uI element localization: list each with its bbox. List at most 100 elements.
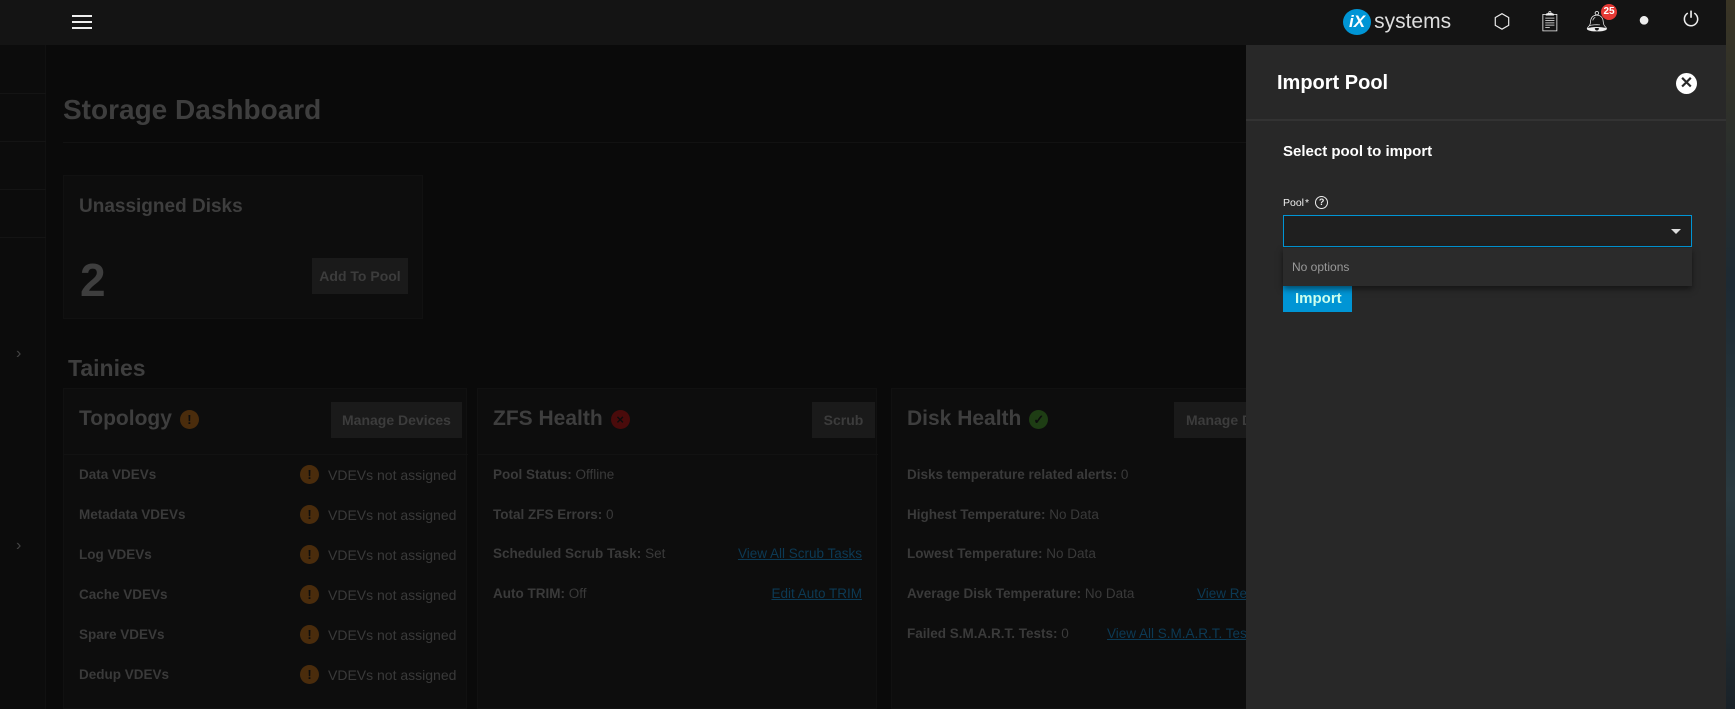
form-subtitle: Select pool to import [1283,143,1433,160]
row-label: Lowest Temperature: [907,546,1043,561]
vdev-label: Data VDEVs [79,467,157,482]
required-mark: * [1305,196,1310,209]
divider [64,454,468,455]
row-value: Offline [575,467,615,482]
card-header: Topology ! [79,407,199,431]
warning-icon: ! [179,409,199,429]
divider [0,237,46,238]
vdev-label: Log VDEVs [79,547,152,562]
label-text: Pool [1283,196,1305,209]
page-title: Storage Dashboard [63,94,322,125]
vdev-status: VDEVs not assigned [328,547,457,563]
row-label: Auto TRIM: [493,586,565,601]
notification-badge: 25 [1601,4,1617,20]
vdev-status: VDEVs not assigned [328,467,457,483]
scrub-button[interactable]: Scrub [812,402,875,438]
info-row: Scheduled Scrub Task: Set [493,546,665,561]
card-header: ZFS Health × [493,407,630,431]
chevron-right-icon[interactable]: › [16,345,21,363]
row-label: Total ZFS Errors: [493,507,603,522]
warning-icon: ! [300,625,319,644]
logo-systems: systems [1374,10,1452,33]
sidebar: › › [0,45,46,709]
vdev-label: Metadata VDEVs [79,507,186,522]
zfs-health-card: ZFS Health × Scrub Pool Status: Offline T… [477,388,878,709]
check-icon: ✓ [1029,409,1049,429]
row-label: Highest Temperature: [907,507,1046,522]
import-pool-drawer: Import Pool ✕ Select pool to import Pool… [1246,45,1726,709]
topology-card: Topology ! Manage Devices Data VDEVs! VDE… [63,388,468,709]
info-row: Highest Temperature: No Data [907,507,1099,522]
top-bar: iX systems ⬡ 📋︎ 🔔︎ 25 ● ⏻ [0,0,1726,45]
row-value: No Data [1084,586,1135,601]
account-icon[interactable]: ● [1631,9,1657,32]
divider [0,189,46,190]
row-value: 0 [1120,467,1129,482]
truecommand-icon[interactable]: ⬡ [1489,9,1515,34]
info-row: Failed S.M.A.R.T. Tests: 0 [907,626,1069,641]
warning-icon: ! [300,585,319,604]
unassigned-disks-card: Unassigned Disks 2 Add To Pool [63,175,423,319]
unassigned-count: 2 [80,254,106,306]
add-to-pool-button[interactable]: Add To Pool [312,258,408,294]
pool-field-label: Pool * ? [1283,196,1329,209]
info-row: Average Disk Temperature: No Data [907,586,1134,601]
no-options-text: No options [1292,260,1350,274]
warning-icon: ! [300,545,319,564]
dropdown-arrow-icon [1671,229,1681,234]
ixsystems-logo[interactable]: iX systems [1343,8,1451,36]
card-title: Unassigned Disks [79,196,243,217]
card-title: Disk Health [907,407,1022,430]
divider [1246,119,1726,121]
close-icon[interactable]: ✕ [1676,73,1697,94]
row-value: Set [645,546,666,561]
row-value: 0 [1061,626,1069,641]
disk-health-card: Disk Health ✓ Manage Disks Disks tempera… [891,388,1304,709]
row-label: Pool Status: [493,467,572,482]
dropdown-panel: No options [1283,248,1692,286]
menu-icon[interactable] [72,13,92,31]
help-icon[interactable]: ? [1315,196,1329,209]
row-value: No Data [1046,546,1096,561]
warning-icon: ! [300,505,319,524]
background-edge [1726,0,1735,709]
row-link[interactable]: Edit Auto TRIM [771,586,862,601]
vdev-status: VDEVs not assigned [328,587,457,603]
row-value: Off [568,586,587,601]
vdev-status: VDEVs not assigned [328,667,457,683]
vdev-label: Dedup VDEVs [79,667,170,682]
info-row: Total ZFS Errors: 0 [493,507,614,522]
pool-name: Tainies [68,355,146,381]
drawer-title: Import Pool [1277,72,1389,94]
info-row: Disks temperature related alerts: 0 [907,467,1128,482]
row-value: No Data [1049,507,1099,522]
divider [0,93,46,94]
vdev-status: VDEVs not assigned [328,627,457,643]
info-row: Pool Status: Offline [493,467,614,482]
row-label: Average Disk Temperature: [907,586,1082,601]
row-label: Scheduled Scrub Task: [493,546,642,561]
chevron-right-icon[interactable]: › [16,537,21,555]
power-icon[interactable]: ⏻ [1678,9,1704,32]
pool-select[interactable] [1283,215,1692,247]
info-row: Auto TRIM: Off [493,586,587,601]
warning-icon: ! [300,665,319,684]
row-label: Disks temperature related alerts: [907,467,1118,482]
row-value: 0 [606,507,614,522]
card-header: Disk Health ✓ [907,407,1049,431]
warning-icon: ! [300,465,319,484]
card-title: Topology [79,407,172,430]
divider [478,454,878,455]
divider [0,141,46,142]
row-label: Failed S.M.A.R.T. Tests: [907,626,1058,641]
vdev-label: Cache VDEVs [79,587,168,602]
divider [63,142,1246,143]
vdev-status: VDEVs not assigned [328,507,457,523]
card-title: ZFS Health [493,407,603,430]
logo-ix: iX [1343,9,1372,35]
vdev-label: Spare VDEVs [79,627,165,642]
manage-devices-button[interactable]: Manage Devices [331,402,462,438]
row-link[interactable]: View All Scrub Tasks [738,546,862,561]
row-link[interactable]: View All S.M.A.R.T. Tests [1107,626,1257,641]
clipboard-icon[interactable]: 📋︎ [1537,9,1563,34]
